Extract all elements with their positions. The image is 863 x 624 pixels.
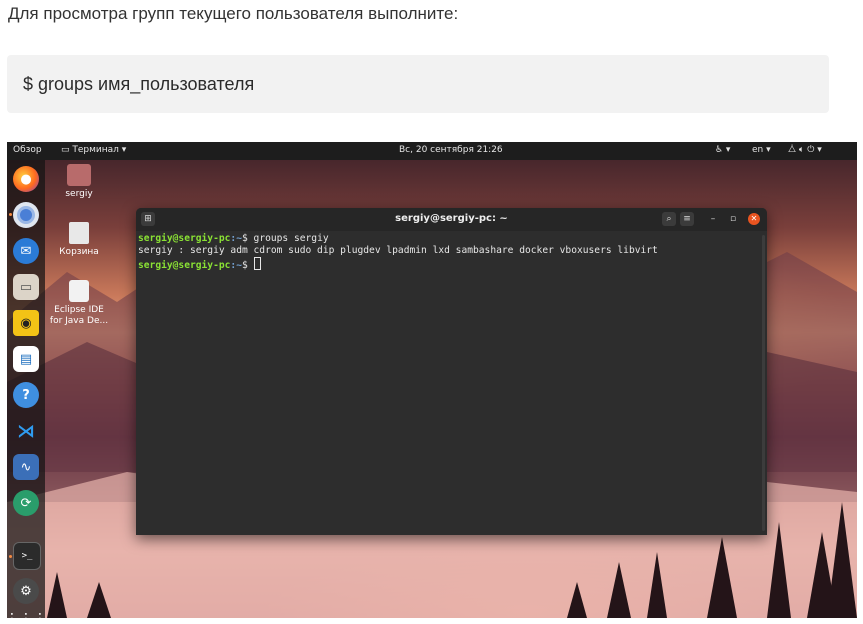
terminal-titlebar[interactable]: ⊞ sergiy@sergiy-pc: ~ ⌕ ≡ – ▫ ✕ — [136, 208, 767, 231]
terminal-line-command: sergiy@sergiy-pc:~$ groups sergiy — [138, 233, 329, 244]
desktop-icon-home[interactable]: sergiy — [49, 164, 109, 200]
trash-icon — [69, 222, 89, 244]
terminal-line-prompt: sergiy@sergiy-pc:~$ — [138, 257, 261, 271]
desktop-screenshot: Обзор ▭ Терминал ▾ Вс, 20 сентября 21:26… — [7, 142, 857, 618]
writer-icon[interactable]: ▤ — [13, 346, 39, 372]
chromium-icon[interactable] — [13, 202, 39, 228]
rhythmbox-icon[interactable]: ◉ — [13, 310, 39, 336]
accessibility-menu[interactable]: ♿ ▾ — [715, 145, 730, 155]
menu-icon[interactable]: ≡ — [680, 212, 694, 226]
help-icon[interactable]: ? — [13, 382, 39, 408]
code-command: $ groups имя_пользователя — [23, 74, 255, 94]
top-bar: Обзор ▭ Терминал ▾ Вс, 20 сентября 21:26… — [7, 142, 857, 160]
settings-icon[interactable]: ⚙ — [13, 578, 39, 604]
clock[interactable]: Вс, 20 сентября 21:26 — [399, 145, 503, 155]
system-menu[interactable]: ⧊ 🔈︎ ⏻ ▾ — [788, 145, 822, 155]
maximize-button[interactable]: ▫ — [726, 212, 740, 226]
terminal-output[interactable]: sergiy@sergiy-pc:~$ groups sergiy sergiy… — [138, 233, 658, 272]
software-icon[interactable]: ⟳ — [13, 490, 39, 516]
close-button[interactable]: ✕ — [748, 213, 760, 225]
app-menu[interactable]: ▭ Терминал ▾ — [61, 145, 126, 155]
desktop-icon-label: sergiy — [65, 189, 93, 199]
home-folder-icon — [67, 164, 91, 186]
running-indicator — [9, 555, 12, 558]
volume-icon: 🔈︎ — [798, 145, 805, 155]
system-monitor-icon[interactable]: ∿ — [13, 454, 39, 480]
language-menu[interactable]: en ▾ — [752, 145, 771, 155]
code-block: $ groups имя_пользователя — [7, 55, 829, 113]
search-icon[interactable]: ⌕ — [662, 212, 676, 226]
intro-text: Для просмотра групп текущего пользовател… — [8, 4, 459, 23]
desktop-icon-label: Корзина — [59, 247, 99, 257]
chevron-down-icon: ▾ — [817, 145, 822, 155]
eclipse-file-icon — [69, 280, 89, 302]
terminal-icon[interactable]: >_ — [13, 542, 41, 570]
scrollbar[interactable] — [762, 235, 765, 531]
desktop-icon-label: Eclipse IDE for Java De... — [49, 305, 109, 326]
activities-button[interactable]: Обзор — [13, 145, 42, 155]
firefox-icon[interactable]: ● — [13, 166, 39, 192]
desktop-icon-trash[interactable]: Корзина — [49, 222, 109, 258]
dock: ● ✉ ▭ ◉ ▤ ? ⋊ ∿ ⟳ >_ ⚙ ⋮⋮⋮ — [7, 160, 47, 618]
running-indicator — [9, 213, 12, 216]
show-apps-icon[interactable]: ⋮⋮⋮ — [7, 606, 47, 618]
text-cursor — [253, 257, 261, 270]
terminal-line-output: sergiy : sergiy adm cdrom sudo dip plugd… — [138, 245, 658, 256]
power-icon: ⏻ — [807, 145, 815, 155]
network-icon: ⧊ — [788, 145, 797, 155]
minimize-button[interactable]: – — [706, 212, 720, 226]
terminal-window[interactable]: ⊞ sergiy@sergiy-pc: ~ ⌕ ≡ – ▫ ✕ sergiy@s… — [136, 208, 767, 535]
files-icon[interactable]: ▭ — [13, 274, 39, 300]
vscode-icon[interactable]: ⋊ — [13, 418, 39, 444]
desktop-icon-eclipse[interactable]: Eclipse IDE for Java De... — [49, 280, 109, 327]
thunderbird-icon[interactable]: ✉ — [13, 238, 39, 264]
